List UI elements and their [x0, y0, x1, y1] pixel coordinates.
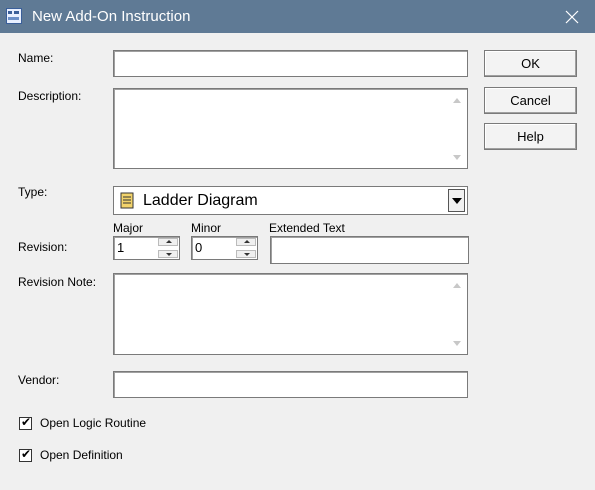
- checkmark-icon: ✔: [21, 447, 32, 461]
- cancel-button[interactable]: Cancel: [484, 87, 577, 114]
- revision-note-textarea[interactable]: [113, 273, 468, 355]
- description-scrollbar[interactable]: [449, 90, 466, 167]
- major-label: Major: [113, 221, 144, 235]
- type-value: Ladder Diagram: [143, 192, 258, 209]
- revision-note-scrollbar[interactable]: [449, 275, 466, 353]
- description-textarea[interactable]: [113, 88, 468, 169]
- spin-down-icon[interactable]: [236, 250, 256, 258]
- major-value: 1: [117, 240, 125, 255]
- open-logic-label[interactable]: Open Logic Routine: [40, 416, 146, 430]
- scroll-down-icon[interactable]: [453, 341, 461, 346]
- close-icon: [565, 10, 579, 23]
- scroll-up-icon[interactable]: [453, 98, 461, 103]
- minor-label: Minor: [191, 221, 222, 235]
- ok-button[interactable]: OK: [484, 50, 577, 77]
- name-input[interactable]: [113, 50, 468, 77]
- revision-label: Revision:: [18, 240, 68, 254]
- extended-text-input[interactable]: [270, 236, 469, 264]
- vendor-input[interactable]: [113, 371, 468, 398]
- title-bar[interactable]: New Add-On Instruction: [0, 0, 595, 33]
- minor-value: 0: [195, 240, 203, 255]
- minor-spin[interactable]: [236, 238, 256, 258]
- add-on-instruction-icon: [6, 8, 22, 24]
- spin-up-icon[interactable]: [158, 238, 178, 246]
- scroll-up-icon[interactable]: [453, 283, 461, 288]
- major-spin[interactable]: [158, 238, 178, 258]
- window-title: New Add-On Instruction: [32, 8, 191, 25]
- type-dropdown[interactable]: Ladder Diagram: [113, 186, 468, 215]
- name-label: Name:: [18, 51, 54, 65]
- ladder-diagram-icon: [120, 192, 134, 209]
- major-stepper[interactable]: 1: [113, 236, 180, 260]
- open-definition-label[interactable]: Open Definition: [40, 448, 123, 462]
- minor-stepper[interactable]: 0: [191, 236, 258, 260]
- chevron-down-icon[interactable]: [448, 189, 465, 212]
- vendor-label: Vendor:: [18, 373, 60, 387]
- help-button[interactable]: Help: [484, 123, 577, 150]
- open-definition-checkbox[interactable]: ✔: [19, 447, 32, 462]
- close-button[interactable]: [549, 0, 595, 33]
- checkmark-icon: ✔: [21, 415, 32, 429]
- extended-text-label: Extended Text: [269, 221, 345, 235]
- scroll-down-icon[interactable]: [453, 155, 461, 160]
- open-logic-checkbox[interactable]: ✔: [19, 415, 32, 430]
- spin-down-icon[interactable]: [158, 250, 178, 258]
- type-label: Type:: [18, 185, 48, 199]
- spin-up-icon[interactable]: [236, 238, 256, 246]
- description-label: Description:: [18, 89, 82, 103]
- revision-note-label: Revision Note:: [18, 275, 97, 289]
